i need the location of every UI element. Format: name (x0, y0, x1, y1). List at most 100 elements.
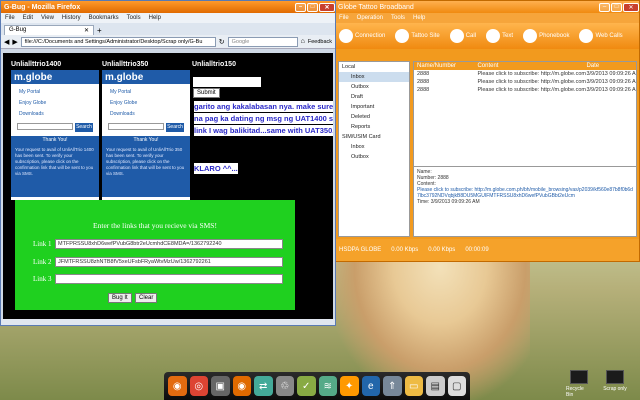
link-downloads[interactable]: Downloads (110, 109, 182, 120)
tree-inbox[interactable]: Inbox (339, 72, 409, 82)
message-list-pane: Name/Number Content Date 2888 Please cli… (413, 61, 637, 237)
menu-tools[interactable]: Tools (391, 15, 405, 21)
link-enjoy-globe[interactable]: Enjoy Globe (110, 98, 182, 109)
menu-history[interactable]: History (62, 15, 81, 21)
menu-file[interactable]: File (339, 15, 349, 21)
menu-bookmarks[interactable]: Bookmarks (89, 15, 119, 21)
webcall-icon: ☺ (579, 29, 594, 43)
col-content[interactable]: Content (477, 62, 586, 70)
tree-deleted[interactable]: Deleted (339, 112, 409, 122)
phonebook-button[interactable]: ▤ Phonebook (523, 29, 575, 43)
desktop-recycle-bin[interactable]: Recycle Bin (566, 370, 592, 398)
link-enjoy-globe[interactable]: Enjoy Globe (19, 98, 91, 109)
recycle-bin-icon (570, 370, 588, 384)
link3-input[interactable] (55, 274, 283, 284)
link1-input[interactable]: MTFPRSSU8xhD6wefPVubG8btr2eUcmhdCE8MDA=/… (55, 239, 283, 249)
globe-icon: ◉ (395, 29, 410, 43)
connection-time: 00:00:09 (465, 247, 489, 253)
menu-edit[interactable]: Edit (23, 15, 33, 21)
ie-icon[interactable]: e (361, 376, 380, 396)
desktop-scrap-only[interactable]: Scrap only (602, 370, 628, 392)
close-icon[interactable]: ✕ (319, 2, 335, 12)
download-speed: 0.00 Kbps (391, 247, 419, 253)
mglobe-frame-2: m.globe My Portal Enjoy Globe Downloads … (102, 70, 190, 200)
tab-strip: G-Bug ✕ + (1, 23, 335, 35)
tree-reports[interactable]: Reports (339, 122, 409, 132)
tree-local[interactable]: Local (339, 62, 409, 72)
menu-tools[interactable]: Tools (127, 15, 141, 21)
tree-important[interactable]: Important (339, 102, 409, 112)
home-icon[interactable]: ⌂ (301, 38, 305, 45)
maximize-icon[interactable]: □ (307, 2, 318, 12)
blue-note-line-2: na pag ka dating ng msg ng UAT1400 sa (194, 113, 333, 124)
phone-icon: ☎ (449, 29, 464, 43)
bug-it-button[interactable]: Bug It (108, 293, 132, 303)
chrome-icon[interactable]: ◎ (189, 376, 208, 396)
connection-button[interactable]: ⇆ Connection (339, 29, 391, 43)
reload-icon[interactable]: ↻ (219, 38, 225, 46)
network-icon[interactable]: ≋ (318, 376, 337, 396)
tab-gbug[interactable]: G-Bug ✕ (4, 25, 94, 35)
app-icon[interactable]: ▣ (211, 376, 230, 396)
web-calls-button[interactable]: ☺ Web Calls (579, 29, 628, 43)
firefox-running-icon[interactable]: ◉ (232, 376, 251, 396)
tree-sim-inbox[interactable]: Inbox (339, 142, 409, 152)
menu-file[interactable]: File (5, 15, 15, 21)
rocket-icon[interactable]: ⇑ (383, 376, 402, 396)
green-app-icon[interactable]: ✓ (297, 376, 316, 396)
document-icon[interactable]: ▤ (426, 376, 445, 396)
close-icon[interactable]: ✕ (623, 2, 639, 12)
tree-sim-outbox[interactable]: Outbox (339, 152, 409, 162)
menu-view[interactable]: View (41, 15, 54, 21)
tattoo-site-button[interactable]: ◉ Tattoo Site (395, 29, 445, 43)
search-input[interactable]: Google (227, 36, 298, 47)
tree-sim-card[interactable]: SIM/USIM Card (339, 132, 409, 142)
table-row[interactable]: 2888 Please click to subscribe: http://m… (414, 78, 636, 86)
menu-help[interactable]: Help (413, 15, 425, 21)
url-bar[interactable]: file:///C:/Documents and Settings/Admini… (20, 36, 216, 47)
firefox-icon[interactable]: ◉ (168, 376, 187, 396)
minimize-icon[interactable]: – (599, 2, 610, 12)
folder-icon (606, 370, 624, 384)
col-name-number[interactable]: Name/Number (414, 62, 477, 70)
folder-icon[interactable]: ▭ (404, 376, 423, 396)
table-row[interactable]: 2888 Please click to subscribe: http://m… (414, 70, 636, 78)
feedback-button[interactable]: Feedback (308, 39, 332, 45)
globe-tattoo-window: Globe Tattoo Broadband – □ ✕ File Operatio… (334, 0, 640, 262)
text-button[interactable]: ✉ Text (486, 29, 519, 43)
col-date[interactable]: Date (586, 62, 636, 70)
table-row[interactable]: 2888 Please click to subscribe: http://m… (414, 86, 636, 94)
recycle-icon[interactable]: ♲ (275, 376, 294, 396)
envelope-icon: ✉ (486, 29, 501, 43)
submit-button[interactable]: Submit (193, 88, 220, 98)
globe-toolbar: ⇆ Connection ◉ Tattoo Site ☎ Call ✉ Text ▤ Ph… (335, 23, 639, 49)
col3-title: Unlialltrio150 (192, 61, 236, 68)
mglobe-search-button[interactable]: Search (75, 123, 93, 132)
link-my-portal[interactable]: My Portal (19, 87, 91, 98)
tree-draft[interactable]: Draft (339, 92, 409, 102)
link-downloads[interactable]: Downloads (19, 109, 91, 120)
forward-icon[interactable]: ▶ (12, 38, 17, 46)
clear-button[interactable]: Clear (135, 293, 158, 303)
menu-help[interactable]: Help (149, 15, 161, 21)
tree-outbox[interactable]: Outbox (339, 82, 409, 92)
link-my-portal[interactable]: My Portal (110, 87, 182, 98)
minimize-icon[interactable]: – (295, 2, 306, 12)
globe-menubar: File Operation Tools Help (335, 13, 639, 23)
mglobe-search-button[interactable]: Search (166, 123, 184, 132)
col2-message: Your request to avail of UnliAllTrio 350… (102, 145, 190, 197)
bird-icon[interactable]: ✦ (340, 376, 359, 396)
close-tab-icon[interactable]: ✕ (84, 27, 89, 34)
call-button[interactable]: ☎ Call (449, 29, 482, 43)
message-table-header: Name/Number Content Date (414, 62, 636, 70)
mglobe-search-field[interactable] (108, 123, 164, 130)
new-tab-icon[interactable]: + (97, 26, 102, 35)
menu-operation[interactable]: Operation (357, 15, 383, 21)
mglobe-search-field[interactable] (17, 123, 73, 130)
window-icon[interactable]: ▢ (447, 376, 466, 396)
link2-input[interactable]: JFMTFRSSU8zhNTB8fV5xeUFsbFRyaWtvMzUw/136… (55, 257, 283, 267)
detail-content[interactable]: Please click to subscribe: http://m.glob… (417, 187, 633, 199)
maximize-icon[interactable]: □ (611, 2, 622, 12)
teamviewer-icon[interactable]: ⇄ (254, 376, 273, 396)
back-icon[interactable]: ◀ (4, 38, 9, 46)
